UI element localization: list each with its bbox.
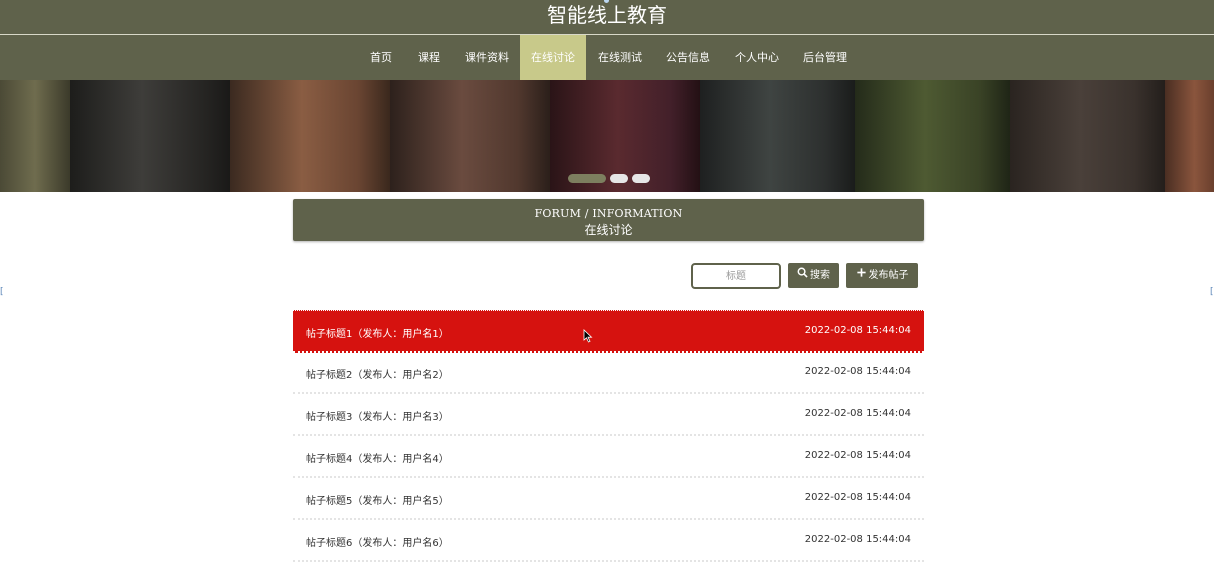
carousel-dot[interactable] — [632, 174, 650, 183]
post-title[interactable]: 帖子标题5（发布人：用户名5） — [306, 492, 449, 507]
post-title[interactable]: 帖子标题3（发布人：用户名3） — [306, 408, 449, 423]
section-header: FORUM / INFORMATION 在线讨论 — [293, 199, 924, 241]
nav-item-discussion[interactable]: 在线讨论 — [520, 35, 586, 80]
post-date: 2022-02-08 15:44:04 — [804, 408, 911, 419]
post-row[interactable]: 帖子标题1（发布人：用户名1） 2022-02-08 15:44:04 — [293, 310, 924, 353]
nav-item-profile[interactable]: 个人中心 — [729, 35, 785, 80]
nav-item-admin[interactable]: 后台管理 — [797, 35, 853, 80]
post-date: 2022-02-08 15:44:04 — [804, 366, 911, 377]
nav-item-materials[interactable]: 课件资料 — [459, 35, 515, 80]
post-date: 2022-02-08 15:44:04 — [804, 450, 911, 461]
magnifier-icon — [797, 263, 808, 288]
post-title[interactable]: 帖子标题2（发布人：用户名2） — [306, 366, 449, 381]
plus-icon — [856, 263, 867, 288]
post-date: 2022-02-08 15:44:04 — [804, 325, 911, 336]
post-title[interactable]: 帖子标题1（发布人：用户名1） — [306, 325, 449, 340]
right-edge-marker: [ — [1210, 287, 1214, 297]
section-title-cn: 在线讨论 — [584, 223, 633, 237]
post-date: 2022-02-08 15:44:04 — [804, 492, 911, 503]
site-title: 智能线上教育 — [547, 3, 667, 27]
mouse-cursor-icon — [583, 328, 593, 343]
site-header: 智能线上教育 — [0, 0, 1214, 35]
nav-item-courses[interactable]: 课程 — [412, 35, 446, 80]
post-title[interactable]: 帖子标题6（发布人：用户名6） — [306, 534, 449, 549]
carousel-indicators — [0, 174, 1214, 184]
post-title[interactable]: 帖子标题4（发布人：用户名4） — [306, 450, 449, 465]
post-row[interactable]: 帖子标题6（发布人：用户名6） 2022-02-08 15:44:04 — [293, 520, 924, 562]
search-button[interactable]: 搜索 — [788, 263, 839, 288]
carousel-dot[interactable] — [610, 174, 628, 183]
search-button-label: 搜索 — [810, 270, 830, 281]
nav-item-home[interactable]: 首页 — [364, 35, 398, 80]
nav-item-announcements[interactable]: 公告信息 — [660, 35, 716, 80]
post-row[interactable]: 帖子标题3（发布人：用户名3） 2022-02-08 15:44:04 — [293, 394, 924, 436]
publish-post-button[interactable]: 发布帖子 — [846, 263, 918, 288]
search-input[interactable] — [691, 263, 781, 289]
post-row[interactable]: 帖子标题4（发布人：用户名4） 2022-02-08 15:44:04 — [293, 436, 924, 478]
carousel-dot[interactable] — [568, 174, 606, 183]
nav-item-tests[interactable]: 在线测试 — [592, 35, 648, 80]
left-edge-marker: [ — [0, 287, 4, 297]
post-row[interactable]: 帖子标题2（发布人：用户名2） 2022-02-08 15:44:04 — [293, 352, 924, 394]
section-title-en: FORUM / INFORMATION — [534, 207, 683, 220]
post-row[interactable]: 帖子标题5（发布人：用户名5） 2022-02-08 15:44:04 — [293, 478, 924, 520]
main-nav: 首页 课程 课件资料 在线讨论 在线测试 公告信息 个人中心 后台管理 — [0, 35, 1214, 80]
publish-post-label: 发布帖子 — [868, 270, 909, 281]
